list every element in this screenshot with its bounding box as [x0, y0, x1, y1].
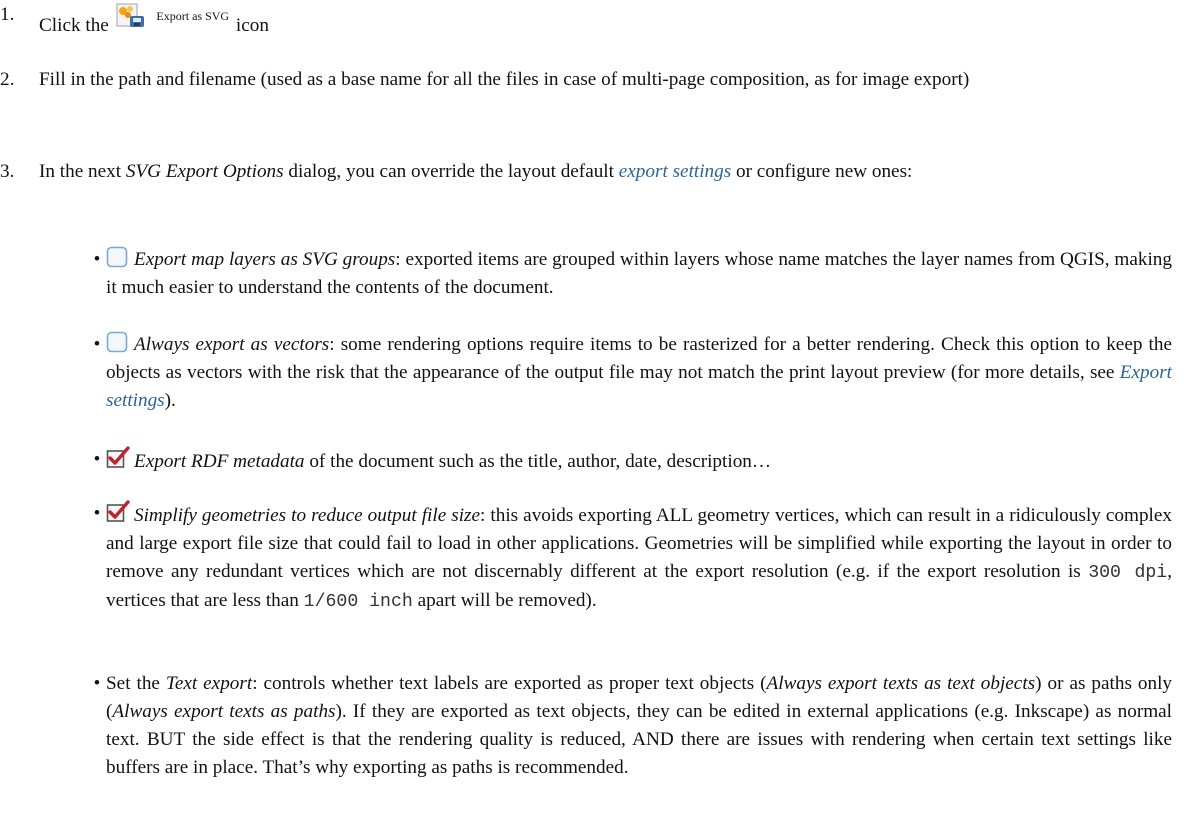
step-text: Fill in the path and filename (used as a…	[39, 69, 970, 90]
option-export-map-layers: • Export map layers as SVG groups: expor…	[90, 246, 1172, 302]
option-text: Always export as vectors: some rendering…	[106, 331, 1172, 415]
step-text: In the next SVG Export Options dialog, y…	[39, 158, 1172, 186]
bullet: •	[93, 334, 101, 355]
step-3: 3. In the next SVG Export Options dialog…	[0, 158, 1172, 186]
step-text-mid: dialog, you can override the layout defa…	[288, 161, 614, 182]
step-number: 2.	[0, 69, 15, 90]
unchecked-checkbox-icon	[106, 331, 128, 353]
checked-checkbox-icon	[106, 500, 130, 522]
code-inch: 1/600 inch	[303, 592, 413, 612]
step-text-post: icon	[235, 15, 269, 36]
option-text-export: • Set the Text export: controls whether …	[90, 670, 1172, 782]
option-simplify-geometries: • Simplify geometries to reduce output f…	[90, 500, 1172, 616]
step-1: 1. Click the Export as SVG icon	[0, 1, 1172, 40]
step-text-post: or configure new ones:	[736, 161, 913, 182]
export-svg-icon	[114, 1, 150, 29]
checked-checkbox-icon	[106, 446, 130, 468]
option-label: Text export	[165, 673, 253, 694]
option-pre: Set the	[106, 673, 160, 694]
dialog-name: SVG Export Options	[125, 161, 284, 182]
option-label: Always export as vectors	[134, 334, 330, 355]
option-text: Export map layers as SVG groups: exporte…	[106, 246, 1172, 302]
bullet: •	[93, 673, 101, 694]
option-desc: of the document such as the title, autho…	[304, 451, 772, 472]
export-settings-link[interactable]: export settings	[619, 161, 731, 182]
text-objects-option: Always export texts as text objects	[766, 673, 1036, 694]
bullet: •	[93, 249, 101, 270]
code-dpi: 300 dpi	[1088, 563, 1168, 583]
option-desc-end: ).	[164, 390, 176, 411]
option-export-rdf-metadata: • Export RDF metadata of the document su…	[90, 446, 1172, 476]
bullet: •	[93, 449, 101, 470]
option-label: Simplify geometries to reduce output fil…	[134, 505, 481, 526]
export-svg-caption: Export as SVG	[156, 9, 230, 23]
option-always-export-vectors: • Always export as vectors: some renderi…	[90, 331, 1172, 415]
step-2: 2. Fill in the path and filename (used a…	[0, 66, 1172, 94]
step-text-pre: In the next	[39, 161, 122, 182]
step-text: Click the Export as SVG icon	[39, 1, 1172, 40]
option-desc: apart will be removed).	[417, 590, 597, 611]
option-label: Export RDF metadata	[134, 451, 305, 472]
bullet: •	[93, 503, 101, 524]
step-text-pre: Click the	[39, 15, 109, 36]
option-label: Export map layers as SVG groups	[134, 249, 396, 270]
step-number: 3.	[0, 161, 15, 182]
option-text: Export RDF metadata of the document such…	[106, 446, 1172, 476]
option-text: Set the Text export: controls whether te…	[106, 670, 1172, 782]
paths-option: Always export texts as paths	[112, 701, 336, 722]
option-desc: : controls whether text labels are expor…	[252, 673, 767, 694]
unchecked-checkbox-icon	[106, 246, 128, 268]
option-text: Simplify geometries to reduce output fil…	[106, 500, 1172, 616]
step-number: 1.	[0, 4, 15, 25]
